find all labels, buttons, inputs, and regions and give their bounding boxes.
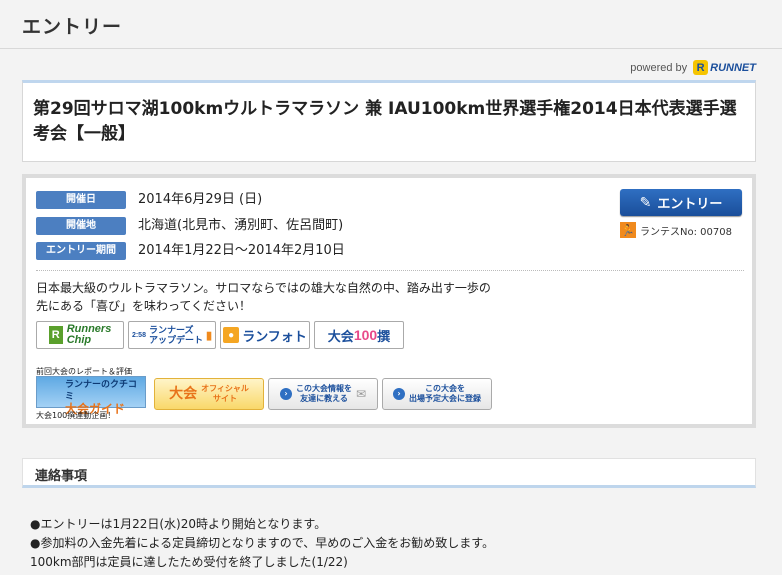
register-event-button[interactable]: › この大会を 出場予定大会に登録 — [382, 378, 492, 410]
page-title: エントリー — [22, 16, 123, 38]
runners-chip-text-2: Chip — [66, 334, 92, 346]
official-site-text-1: 大会 — [169, 386, 198, 402]
contact-notes: ●エントリーは1月22日(水)20時より開始となります。 ●参加料の入金先着によ… — [30, 515, 494, 572]
runtes-number[interactable]: 🏃 ランテスNo: 00708 — [620, 222, 732, 238]
tell-friend-text: この大会情報を 友達に教える — [296, 384, 352, 404]
taikai100-text: 大会 — [327, 328, 354, 344]
date-label: 開催日 — [36, 191, 126, 209]
register-text-2: 出場予定大会に登録 — [409, 394, 481, 403]
event-info-box: 開催日 2014年6月29日 (日) 開催地 北海道(北見市、湧別町、佐呂間町)… — [22, 174, 756, 428]
runner-icon: 🏃 — [620, 222, 636, 238]
pencil-icon: ✎ — [639, 194, 652, 211]
tell-friend-arrow-icon: › — [279, 388, 292, 400]
place-value: 北海道(北見市、湧別町、佐呂間町) — [138, 218, 344, 233]
runners-update-time: 2:58 — [131, 331, 146, 339]
runners-chip-banner[interactable]: R Runners Chip — [36, 321, 124, 349]
event-description: 日本最大級のウルトラマラソン。サロマならではの雄大な自然の中、踏み出す一歩の 先… — [36, 279, 556, 315]
register-arrow-icon: › — [393, 388, 405, 400]
contact-note-3: 100km部門は定員に達したため受付を終了しました(1/22) — [30, 555, 348, 569]
entry-period-label: エントリー期間 — [36, 242, 126, 260]
runners-update-text-1: ランナーズ — [148, 325, 194, 335]
runnet-logo[interactable]: R RUNNET — [693, 60, 756, 75]
event-title: 第29回サロマ湖100kmウルトラマラソン 兼 IAU100km世界選手権201… — [33, 99, 737, 144]
contact-note-2: ●参加料の入金先着による定員締切となりますので、早めのご入金をお勧め致します。 — [30, 536, 495, 550]
date-value: 2014年6月29日 (日) — [138, 192, 263, 207]
runners-update-text: ランナーズ アップデート — [149, 325, 203, 345]
bar-chart-icon: ▮ — [205, 329, 213, 342]
runners-chip-icon: R — [48, 326, 63, 344]
runphoto-icon: ● — [223, 327, 240, 343]
register-text: この大会を 出場予定大会に登録 — [409, 384, 481, 404]
event100-note: 大会100撰連動企画！ — [36, 411, 116, 420]
tell-friend-button[interactable]: › この大会情報を 友達に教える ✉ — [268, 378, 378, 410]
taikai100-suffix: 撰 — [377, 328, 391, 344]
runnet-logo-text: RUNNET — [710, 61, 756, 74]
runtes-label: ランテスNo: 00708 — [640, 226, 732, 238]
envelope-icon: ✉ — [355, 387, 367, 401]
entry-period-value: 2014年1月22日〜2014年2月10日 — [138, 243, 345, 258]
entry-button-label: エントリー — [657, 197, 723, 212]
event-title-box: 第29回サロマ湖100kmウルトラマラソン 兼 IAU100km世界選手権201… — [22, 80, 756, 162]
runners-update-banner[interactable]: 2:58 ランナーズ アップデート ▮ — [128, 321, 216, 349]
tell-friend-text-1: この大会情報を — [295, 384, 352, 393]
official-site-text-2: オフィシャル — [201, 384, 249, 393]
runphoto-text: ランフォト — [242, 328, 307, 344]
taikai100-banner[interactable]: 大会 100 撰 — [314, 321, 404, 349]
contact-section-heading: 連絡事項 — [22, 458, 756, 488]
runphoto-banner[interactable]: ● ランフォト — [220, 321, 310, 349]
official-site-text-3: サイト — [213, 394, 237, 403]
runners-update-text-2: アップデート — [148, 335, 203, 345]
kuchikomi-guide-banner[interactable]: ランナーのクチコミ 大会ガイド — [36, 376, 146, 415]
description-line-2: 先にある「喜び」を味わってください！ — [36, 299, 252, 313]
tell-friend-text-2: 友達に教える — [300, 394, 348, 403]
official-site-button[interactable]: 大会 オフィシャル サイト — [154, 378, 264, 410]
runnet-logo-mark: R — [693, 60, 709, 75]
place-label: 開催地 — [36, 217, 126, 235]
description-line-1: 日本最大級のウルトラマラソン。サロマならではの雄大な自然の中、踏み出す一歩の — [36, 281, 491, 295]
runners-chip-text: Runners Chip — [67, 324, 112, 346]
taikai100-number: 100 — [353, 327, 378, 343]
powered-by-text: powered by — [630, 61, 688, 74]
powered-by: powered by R RUNNET — [630, 60, 756, 75]
official-site-sub: オフィシャル サイト — [201, 384, 249, 404]
register-text-1: この大会を — [425, 384, 465, 393]
contact-note-1: ●エントリーは1月22日(水)20時より開始となります。 — [30, 517, 327, 531]
info-divider — [36, 270, 744, 271]
heading-divider — [0, 48, 782, 49]
kuchikomi-line-1: ランナーのクチコミ — [65, 380, 138, 402]
entry-button[interactable]: ✎ エントリー — [620, 189, 742, 216]
